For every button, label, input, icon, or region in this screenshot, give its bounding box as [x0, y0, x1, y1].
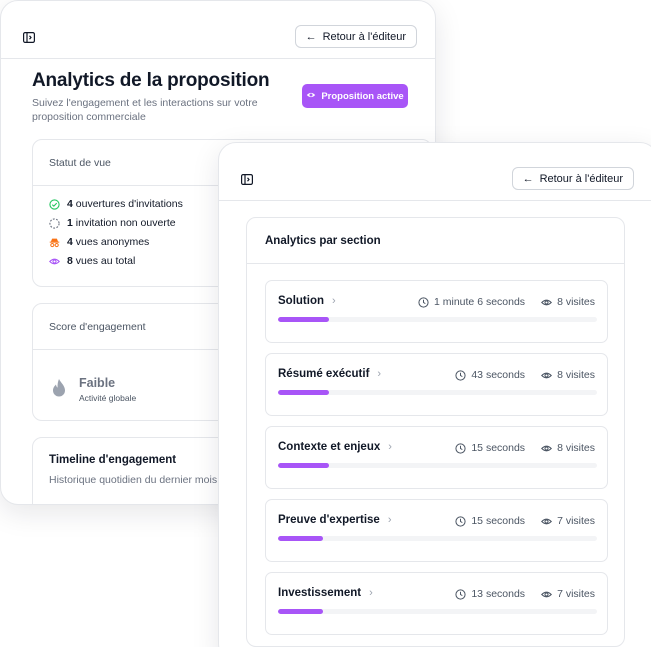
section-progress-fill	[278, 463, 330, 468]
section-visits: 7 visites	[557, 515, 595, 527]
stat-label: vues anonymes	[75, 236, 150, 248]
eye-icon	[49, 258, 60, 264]
check-circle-icon	[49, 198, 60, 210]
stat-count: 8	[67, 255, 73, 267]
stat-row-total: 8 vues au total	[49, 255, 135, 267]
section-visits: 7 visites	[557, 588, 595, 600]
stat-count: 1	[67, 217, 73, 229]
stat-label: invitation non ouverte	[75, 217, 176, 229]
arrow-left-icon: ←	[305, 30, 317, 43]
section-name: Preuve d'expertise	[278, 514, 380, 526]
section-visits: 8 visites	[557, 369, 595, 381]
section-progress-track	[278, 609, 597, 614]
section-progress-track	[278, 390, 597, 395]
arrow-left-icon: ←	[522, 172, 534, 185]
section-progress-fill	[278, 390, 330, 395]
section-card-preuve[interactable]: Preuve d'expertise › 15 seconds 7 visites	[265, 499, 608, 562]
section-duration: 1 minute 6 seconds	[434, 296, 526, 308]
clock-icon	[418, 296, 429, 308]
back-to-editor-button[interactable]: ← Retour à l'éditeur	[294, 25, 417, 48]
section-analytics-window: ← Retour à l'éditeur Analytics par secti…	[218, 142, 651, 647]
section-analytics-panel: Analytics par section Solution › 1 minute…	[246, 217, 625, 647]
back-to-editor-label: Retour à l'éditeur	[539, 172, 623, 185]
section-duration: 15 seconds	[471, 442, 526, 454]
clock-icon	[455, 588, 466, 600]
eye-icon	[541, 299, 553, 305]
back-to-editor-label: Retour à l'éditeur	[322, 30, 406, 43]
stat-count: 4	[67, 236, 73, 248]
stat-label: ouvertures d'invitations	[75, 198, 183, 210]
stat-row-opened: 4 ouvertures d'invitations	[49, 198, 183, 210]
flame-icon	[53, 379, 65, 397]
stat-count: 4	[67, 198, 73, 210]
section-progress-fill	[278, 317, 330, 322]
section-progress-track	[278, 317, 597, 322]
clock-icon	[455, 442, 466, 454]
stat-label: vues au total	[75, 255, 136, 267]
timeline-title: Timeline d'engagement	[49, 454, 177, 466]
timeline-subtitle: Historique quotidien du dernier mois	[49, 474, 218, 486]
eye-icon	[541, 518, 553, 524]
chevron-right-icon: ›	[377, 368, 382, 380]
stat-row-unopened: 1 invitation non ouverte	[49, 217, 176, 229]
section-duration: 15 seconds	[471, 515, 526, 527]
eye-icon	[306, 90, 316, 103]
chevron-right-icon: ›	[388, 441, 392, 453]
section-card-resume-executif[interactable]: Résumé exécutif › 43 seconds 8 visites	[265, 353, 608, 416]
proposal-active-label: Proposition active	[321, 90, 404, 102]
section-name: Investissement	[278, 587, 362, 599]
page-subtitle: Suivez l'engagement et les interactions …	[32, 97, 258, 123]
section-progress-track	[278, 463, 597, 468]
section-duration: 43 seconds	[471, 369, 526, 381]
section-card-contexte[interactable]: Contexte et enjeux › 15 seconds 8 visites	[265, 426, 608, 489]
clock-icon	[455, 515, 466, 527]
top-bar: ← Retour à l'éditeur	[1, 1, 435, 59]
section-analytics-title: Analytics par section	[247, 218, 624, 264]
chevron-right-icon: ›	[387, 514, 392, 526]
section-card-solution[interactable]: Solution › 1 minute 6 seconds 8 visites	[265, 280, 608, 343]
section-name: Contexte et enjeux	[278, 441, 381, 453]
eye-icon	[541, 591, 553, 597]
sidebar-toggle-icon[interactable]	[23, 30, 36, 44]
section-visits: 8 visites	[557, 296, 595, 308]
stat-row-anonymous: 4 vues anonymes	[49, 236, 149, 248]
eye-icon	[541, 445, 553, 451]
incognito-icon	[49, 238, 60, 247]
engagement-level: Faible	[79, 376, 116, 390]
page-title: Analytics de la proposition	[32, 70, 270, 91]
clock-icon	[455, 369, 466, 381]
top-bar: ← Retour à l'éditeur	[219, 143, 651, 201]
section-card-investissement[interactable]: Investissement › 13 seconds 7 visites	[265, 572, 608, 635]
proposal-active-button[interactable]: Proposition active	[302, 84, 408, 108]
section-progress-fill	[278, 609, 323, 614]
back-to-editor-button[interactable]: ← Retour à l'éditeur	[511, 167, 634, 190]
chevron-right-icon: ›	[369, 587, 373, 599]
chevron-right-icon: ›	[332, 295, 336, 307]
section-visits: 8 visites	[557, 442, 595, 454]
dashed-circle-icon	[49, 217, 60, 229]
eye-icon	[541, 372, 553, 378]
sidebar-toggle-icon[interactable]	[241, 172, 254, 186]
section-progress-fill	[278, 536, 323, 541]
section-name: Solution	[278, 295, 324, 307]
engagement-caption: Activité globale	[79, 393, 137, 403]
section-duration: 13 seconds	[471, 588, 526, 600]
section-progress-track	[278, 536, 597, 541]
section-name: Résumé exécutif	[278, 368, 370, 380]
